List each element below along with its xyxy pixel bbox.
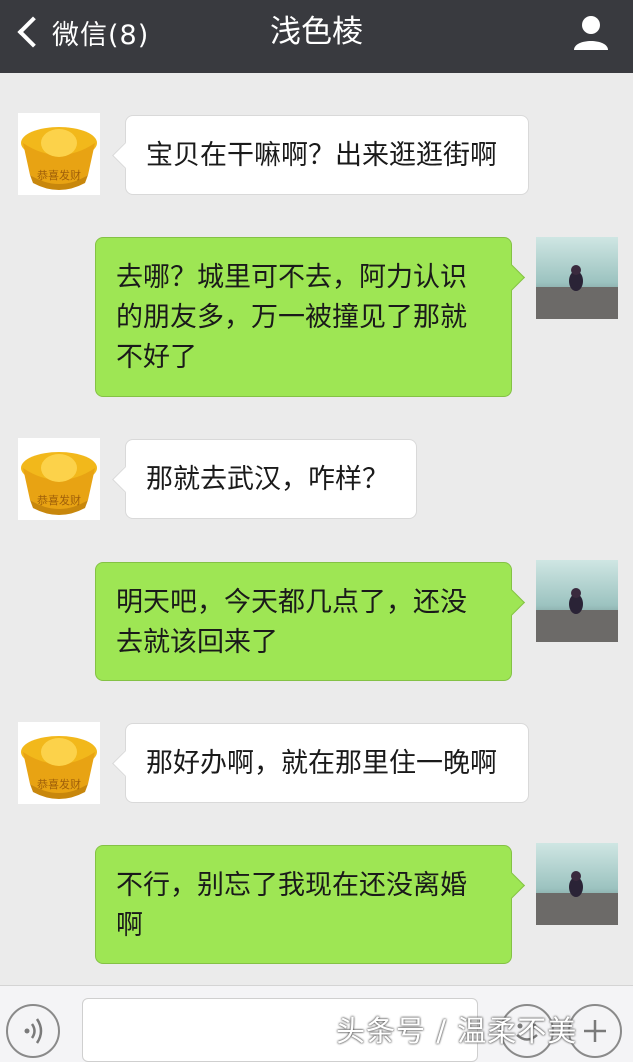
outgoing-message-bubble[interactable]: 不行，别忘了我现在还没离婚 啊 — [95, 845, 512, 964]
outgoing-message-bubble[interactable]: 明天吧，今天都几点了，还没 去就该回来了 — [95, 562, 512, 681]
profile-button[interactable] — [571, 12, 611, 52]
gold-ingot-avatar: 恭喜发财 — [18, 438, 100, 520]
photo-avatar — [536, 237, 618, 319]
message-text-line: 去就该回来了 — [116, 627, 278, 658]
gold-ingot-avatar: 恭喜发财 — [18, 113, 100, 195]
person-icon — [574, 16, 608, 50]
voice-button[interactable] — [6, 1004, 60, 1058]
message-text-line: 明天吧，今天都几点了，还没 — [116, 587, 467, 618]
avatar-ingot-text: 恭喜发财 — [37, 777, 81, 791]
message-text: 那就去武汉，咋样？ — [146, 464, 389, 495]
avatar-ingot-text: 恭喜发财 — [37, 168, 81, 182]
avatar-ingot-text: 恭喜发财 — [37, 493, 81, 507]
my-avatar[interactable] — [536, 237, 618, 319]
contact-avatar[interactable]: 恭喜发财 — [18, 113, 100, 195]
outgoing-message-bubble[interactable]: 去哪？城里可不去，阿力认识 的朋友多，万一被撞见了那就 不好了 — [95, 237, 512, 397]
message-text-line: 去哪？城里可不去，阿力认识 — [116, 262, 467, 293]
message-text: 宝贝在干嘛啊？出来逛逛街啊 — [146, 140, 497, 171]
message-text-line: 不行，别忘了我现在还没离婚 — [116, 870, 467, 901]
top-bar: 微信(8) 浅色棱 — [0, 0, 633, 73]
plus-icon — [584, 1020, 606, 1042]
gold-ingot-avatar: 恭喜发财 — [18, 722, 100, 804]
voice-icon — [24, 1018, 43, 1044]
incoming-message-bubble[interactable]: 那就去武汉，咋样？ — [125, 439, 417, 519]
incoming-message-bubble[interactable]: 宝贝在干嘛啊？出来逛逛街啊 — [125, 115, 529, 195]
chat-title: 浅色棱 — [270, 14, 363, 50]
photo-avatar — [536, 843, 618, 925]
incoming-message-bubble[interactable]: 那好办啊，就在那里住一晚啊 — [125, 723, 529, 803]
photo-avatar — [536, 560, 618, 642]
message-text-line: 啊 — [116, 910, 143, 941]
my-avatar[interactable] — [536, 843, 618, 925]
my-avatar[interactable] — [536, 560, 618, 642]
contact-avatar[interactable]: 恭喜发财 — [18, 722, 100, 804]
watermark-text: 头条号 / 温柔不美 — [336, 1014, 578, 1048]
message-text-line: 的朋友多，万一被撞见了那就 — [116, 302, 467, 333]
message-text: 那好办啊，就在那里住一晚啊 — [146, 748, 497, 779]
contact-avatar[interactable]: 恭喜发财 — [18, 438, 100, 520]
message-text-line: 不好了 — [116, 342, 197, 373]
